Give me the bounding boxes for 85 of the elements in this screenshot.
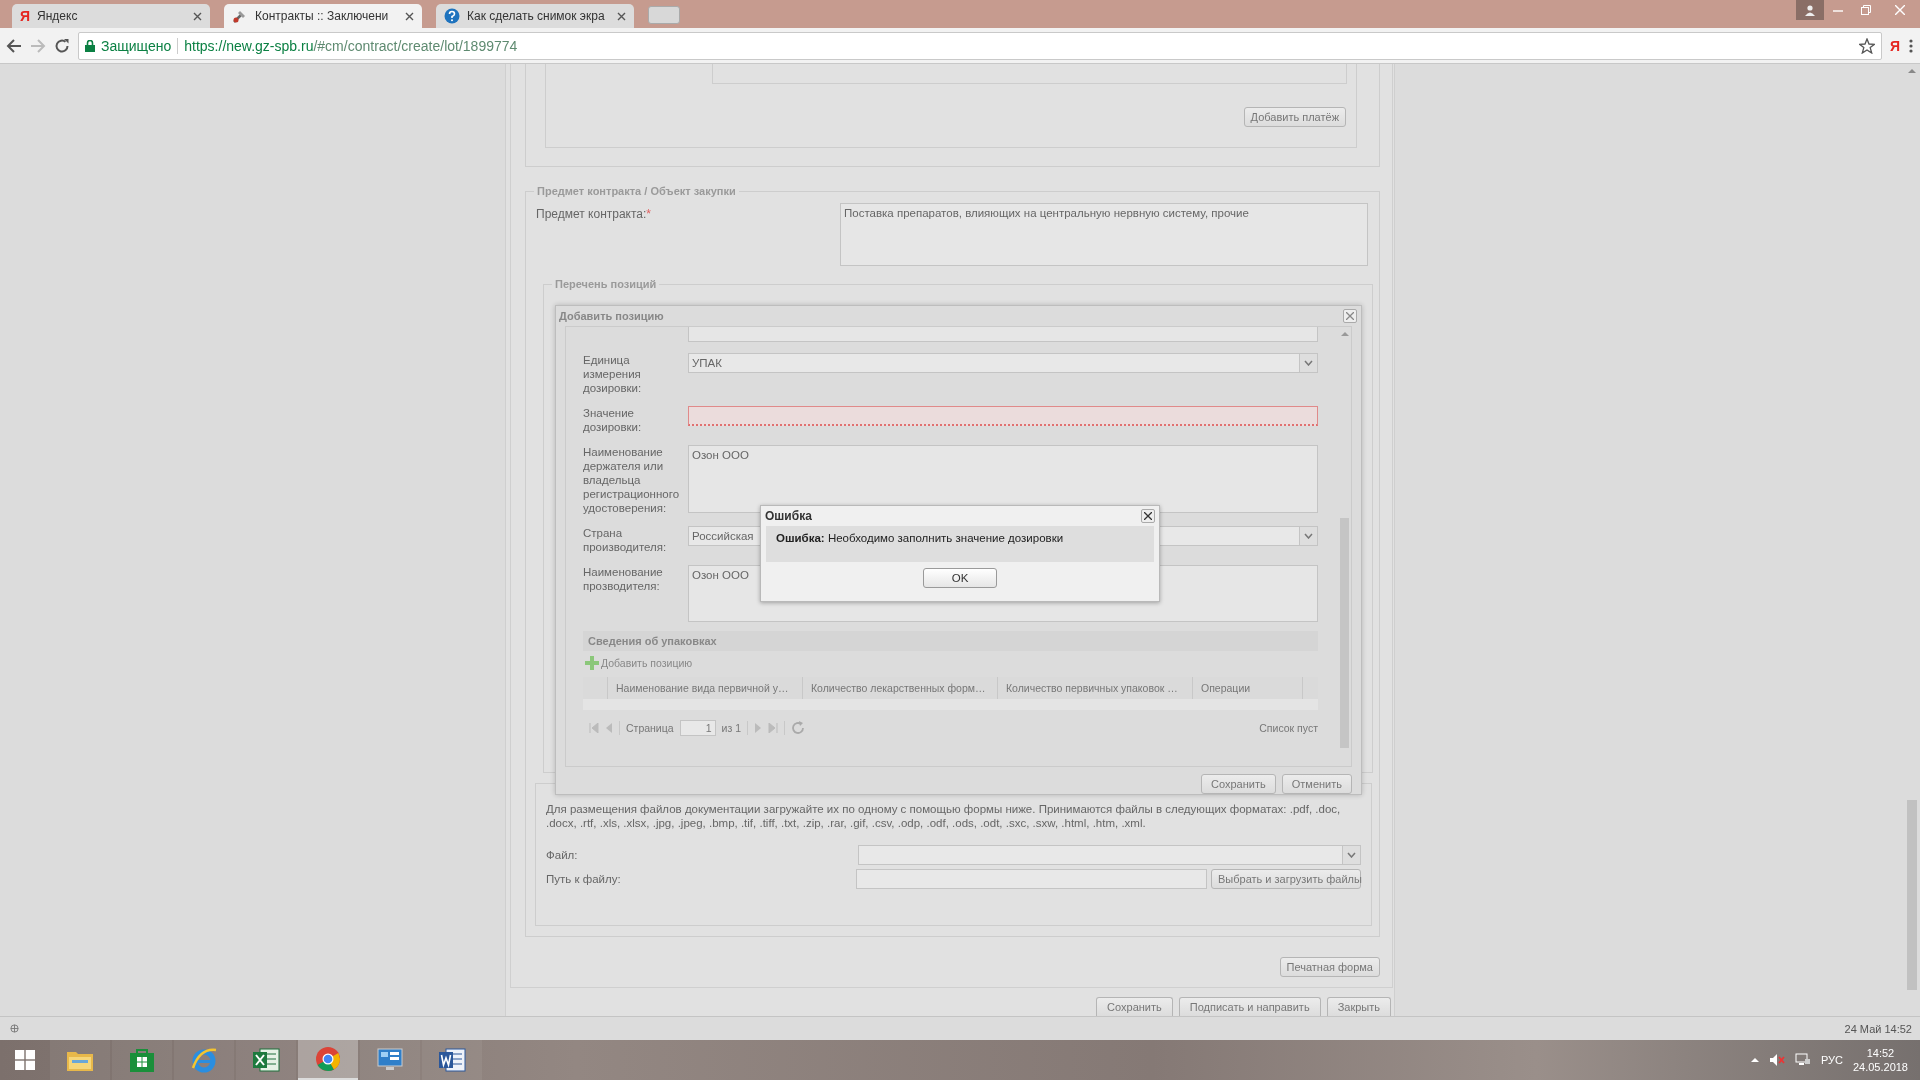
new-tab-button[interactable] (648, 6, 680, 24)
page-count: из 1 (721, 721, 742, 734)
form-button[interactable]: Закрыть (1326, 997, 1391, 1016)
section-header: Сведения об упаковках (583, 630, 1318, 651)
select-field[interactable] (858, 845, 1361, 865)
browser-e-icon (190, 1046, 218, 1074)
taskbar-app[interactable] (360, 1040, 420, 1080)
empty-list-text: Список пуст (1259, 721, 1318, 734)
taskbar-app[interactable] (422, 1040, 482, 1080)
volume-muted-icon[interactable] (1768, 1053, 1785, 1067)
description-text: Для размещения файлов документации загружайте их по одному с помощью формы ниже. Принимаются файлы в следующих форматах: .pdf, .doc, .docx, .rtf, .xls, .xlsx, .jpg, .jpeg, .bmp, .tif, .tiff, .txt, .zip, .rar, .gif, .csv, .odp, .odf, .ods, .odt, .sxc, .sxw, .html, .htm, .xml. (546, 802, 1342, 830)
user-icon[interactable] (1796, 0, 1824, 20)
spreadsheet-icon (252, 1047, 280, 1073)
dialog-title: Добавить позицию (559, 309, 664, 322)
select-field[interactable]: УПАК (688, 352, 1318, 373)
browser-tab[interactable]: Я Яндекс (12, 4, 210, 28)
column-header[interactable]: Количество первичных упаковок … (998, 676, 1193, 699)
four-squares-icon (15, 1050, 35, 1070)
store-icon (129, 1047, 155, 1073)
dialog-button[interactable]: Сохранить (1201, 774, 1276, 794)
help-icon (444, 8, 460, 24)
scrollbar-thumb[interactable] (1907, 800, 1917, 990)
star-icon[interactable] (1858, 37, 1875, 54)
tray-arrow-icon[interactable] (1750, 1057, 1759, 1063)
wrench-icon (232, 8, 248, 24)
back-icon[interactable] (6, 37, 22, 54)
add-payment-button[interactable]: Добавить платёж (1243, 107, 1346, 127)
taskbar-app[interactable] (236, 1040, 296, 1080)
close-icon[interactable] (193, 11, 202, 21)
print-form-button[interactable]: Печатная форма (1279, 957, 1380, 977)
field-label: Единица измерения дозировки: (583, 352, 643, 395)
dialog-button[interactable]: Отменить (1281, 774, 1352, 794)
section-legend: Предмет контракта / Объект закупки (534, 185, 739, 197)
column-header[interactable]: Количество лекарственных форм… (803, 676, 998, 699)
forward-icon[interactable] (30, 37, 46, 54)
menu-icon[interactable] (1908, 37, 1914, 54)
column-header[interactable]: Наименование вида первичной у… (608, 676, 803, 699)
browser-tab[interactable]: Контракты :: Заключени (224, 4, 422, 28)
upload-button[interactable]: Выбрать и загрузить файлы (1211, 869, 1361, 889)
ok-button[interactable]: OK (923, 568, 997, 588)
lock-icon (85, 39, 95, 52)
reload-icon[interactable] (54, 37, 70, 54)
section-legend: Перечень позиций (552, 278, 660, 290)
plus-icon (585, 655, 599, 670)
language-indicator[interactable]: РУС (1820, 1054, 1843, 1066)
add-position-button[interactable]: Добавить позицию (583, 655, 695, 670)
close-icon[interactable] (405, 11, 414, 21)
field-label: Страна производителя: (583, 525, 668, 554)
field-label: Путь к файлу: (546, 873, 622, 885)
close-icon[interactable] (617, 11, 626, 21)
text-area[interactable]: Поставка препаратов, влияющих на центральную нервную систему, прочие (840, 203, 1368, 266)
taskbar-app[interactable] (50, 1040, 110, 1080)
extension-button[interactable]: Я (1889, 37, 1900, 54)
clock[interactable]: 14:52 24.05.2018 (1852, 1046, 1908, 1074)
input-field[interactable] (856, 869, 1207, 889)
refresh-icon[interactable] (791, 720, 806, 735)
url-text: https://new.gz-spb.ru/#cm/contract/create/lot/1899774 (184, 37, 518, 54)
page-input[interactable]: 1 (679, 719, 716, 736)
form-button[interactable]: Сохранить (1096, 997, 1173, 1016)
status-datetime: 24 Май 14:52 (1844, 1022, 1912, 1035)
chrome-icon (314, 1045, 342, 1073)
taskbar-app[interactable] (298, 1040, 358, 1080)
yandex-favicon: Я (20, 8, 31, 24)
field-label: Наименование прозводителя: (583, 564, 664, 594)
scroll-up-arrow-icon[interactable] (1340, 330, 1349, 337)
field-label: Значение дозировки: (583, 405, 643, 434)
security-label: Защищено (101, 37, 172, 54)
column-header[interactable]: Операции (1193, 676, 1303, 699)
page-label: Страница (626, 721, 674, 734)
input-field[interactable] (688, 405, 1318, 426)
address-bar[interactable]: Защищено https://new.gz-spb.ru/#cm/contract/create/lot/1899774 (78, 31, 1882, 60)
field-label: Предмет контракта:* (536, 206, 653, 223)
input-field[interactable] (688, 326, 1318, 342)
browser-tab[interactable]: Как сделать снимок экра (436, 4, 634, 28)
document-w-icon (438, 1047, 466, 1073)
globe-icon (10, 1024, 19, 1033)
scroll-up-arrow-icon[interactable] (1908, 68, 1916, 74)
taskbar-app[interactable] (112, 1040, 172, 1080)
error-message: Ошибка: Необходимо заполнить значение дозировки (766, 526, 1154, 562)
field-label: Файл: (546, 849, 579, 861)
network-icon[interactable] (1794, 1053, 1811, 1067)
monitor-icon (376, 1047, 404, 1073)
close-icon[interactable] (1141, 509, 1155, 523)
form-button[interactable]: Подписать и направить (1178, 997, 1321, 1016)
field-label: Наименование держателя или владельца регистрационного удостоверения: (583, 444, 681, 515)
